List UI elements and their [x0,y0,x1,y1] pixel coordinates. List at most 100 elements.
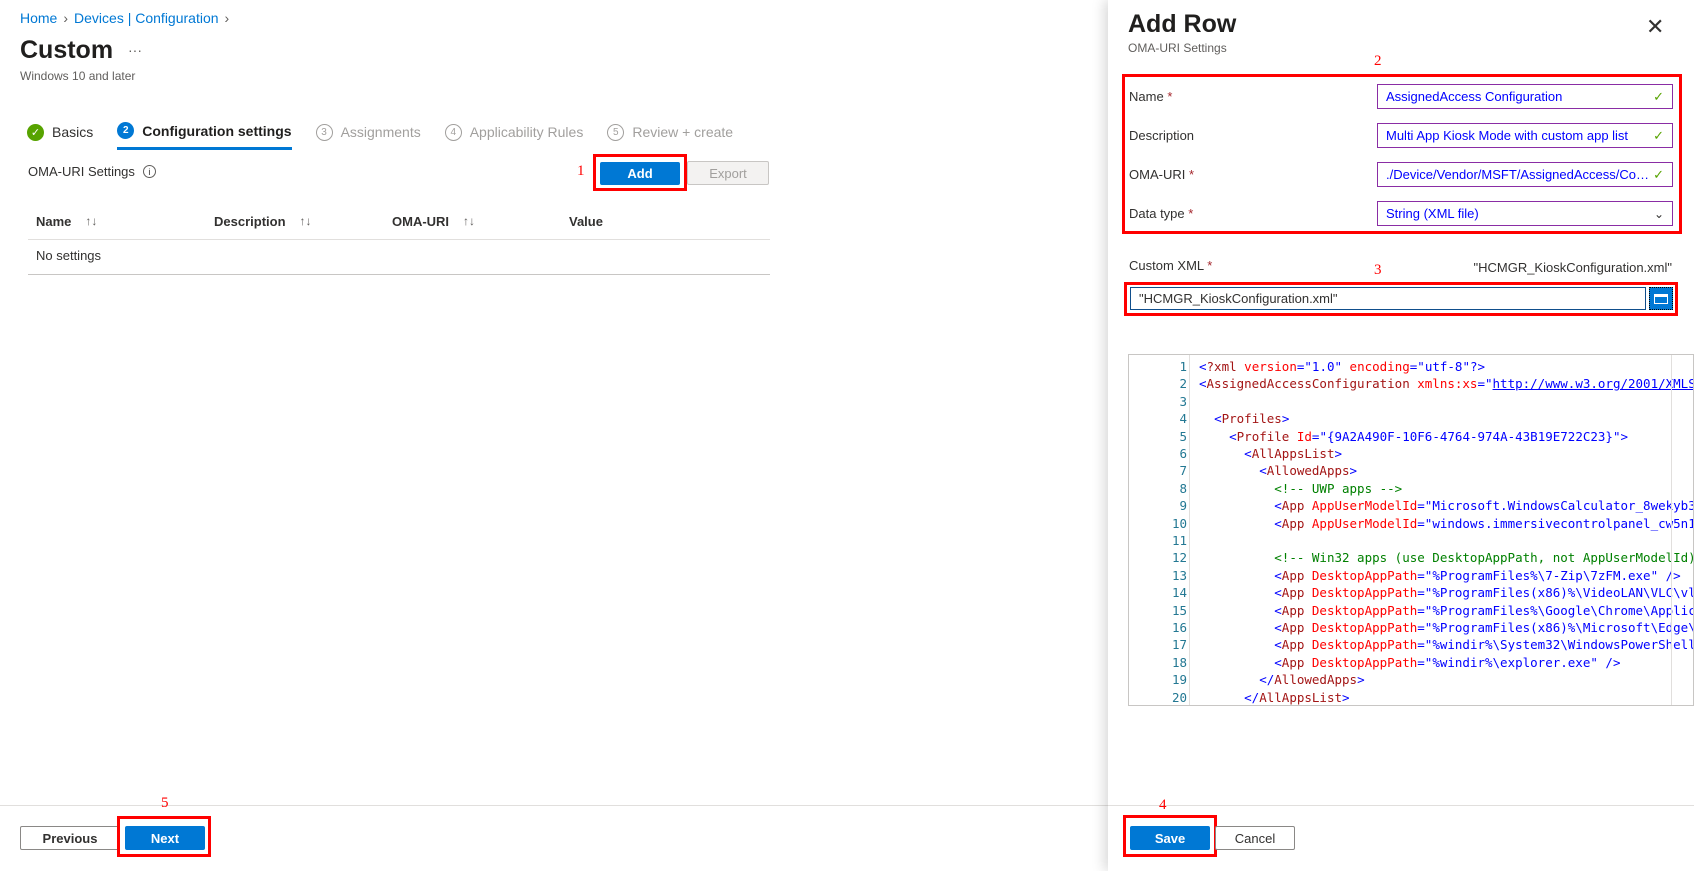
chevron-right-icon: › [224,10,230,26]
description-input[interactable]: Multi App Kiosk Mode with custom app lis… [1377,123,1673,148]
code-token: DesktopAppPath [1311,654,1418,670]
sort-icon[interactable]: ↑↓ [85,214,97,229]
tab-basics[interactable]: ✓ Basics [27,118,93,150]
line-number: 1 [1179,359,1187,374]
step-number: 3 [315,123,333,141]
line-number: 13 [1171,567,1187,583]
line-number: 14 [1171,585,1187,601]
column-oma-uri[interactable]: OMA-URI ↑↓ [392,214,475,229]
more-options-button[interactable]: ··· [128,42,142,58]
code-line: <Profile Id="{9A2A490F-10F6-4764-974A-43… [1199,429,1628,444]
line-number: 15 [1171,602,1187,618]
export-button[interactable]: Export [687,161,769,185]
code-token: /> [1605,654,1621,670]
code-token: > [1620,428,1629,444]
field-label: OMA-URI * [1129,167,1194,182]
xml-code-editor[interactable]: 1 <?xml version="1.0" encoding="utf-8"?> 2… [1128,354,1694,706]
code-token: AllowedApps [1266,463,1350,479]
sort-icon[interactable]: ↑↓ [300,214,312,229]
annotation-5: 5 [161,795,169,811]
field-value: ./Device/Vendor/MSFT/AssignedAccess/Conf… [1386,167,1653,182]
highlight-box [1124,282,1678,316]
code-token: </ [1259,672,1275,688]
tab-label: Basics [52,124,94,140]
line-number: 12 [1171,550,1187,566]
code-token: DesktopAppPath [1311,567,1418,583]
breadcrumb-home[interactable]: Home [20,10,57,26]
tab-label: Assignments [340,124,421,140]
annotation-1: 1 [577,163,585,179]
code-token: "utf-8" [1417,359,1470,374]
uploaded-file-name: "HCMGR_KioskConfiguration.xml" [1473,260,1672,275]
column-label: Description [214,214,286,229]
code-token: "1.0" [1304,359,1350,374]
code-token: ?xml [1206,359,1245,374]
table-header: Name ↑↓ Description ↑↓ OMA-URI ↑↓ Value [28,210,770,240]
code-token: = [1417,498,1425,514]
required-marker: * [1167,89,1173,104]
line-number: 7 [1179,463,1187,479]
code-token: ?> [1469,359,1486,374]
code-token: http://www.w3.org/2001/XMLSchema [1492,376,1693,392]
tab-label: Review + create [632,124,734,140]
code-token: < [1274,567,1282,583]
line-number: 18 [1171,654,1187,670]
code-line: <AllowedApps> [1199,463,1357,478]
checkmark-icon: ✓ [27,123,44,141]
footer-divider [1108,805,1694,806]
tab-review-create[interactable]: 5 Review + create [607,118,733,150]
code-token: AppUserModelId [1311,498,1418,514]
code-token: "%ProgramFiles%\7-Zip\7zFM.exe" [1424,567,1666,583]
code-line: <App AppUserModelId="Microsoft.WindowsCa… [1199,498,1693,514]
line-number: 10 [1171,515,1187,531]
editor-scrollbar[interactable] [1671,355,1681,705]
column-description[interactable]: Description ↑↓ [214,214,312,229]
code-token: = [1417,602,1425,618]
data-type-select[interactable]: String (XML file) ⌄ [1377,201,1673,226]
code-token: AllowedApps [1274,672,1358,688]
add-row-panel: Add Row OMA-URI Settings ✕ 2 Name * Assig… [1108,0,1694,871]
code-line: <Profiles> [1199,411,1289,426]
step-number: 4 [444,123,462,141]
tab-configuration-settings[interactable]: 2 Configuration settings [117,118,292,150]
tab-label: Applicability Rules [469,124,584,140]
breadcrumb-devices-configuration[interactable]: Devices | Configuration [74,10,218,26]
info-icon[interactable]: i [142,165,156,178]
oma-uri-input[interactable]: ./Device/Vendor/MSFT/AssignedAccess/Conf… [1377,162,1673,187]
code-token: < [1199,359,1207,374]
cancel-button[interactable]: Cancel [1215,826,1295,850]
code-token: "windows.immersivecontrolpanel_cw5n1h2tx… [1424,515,1694,531]
oma-uri-settings-label: OMA-URI Settings i [28,164,156,179]
code-token: < [1199,376,1207,392]
tab-assignments[interactable]: 3 Assignments [315,118,421,150]
tab-applicability-rules[interactable]: 4 Applicability Rules [444,118,584,150]
code-token: AllAppsList [1251,446,1335,461]
close-icon[interactable]: ✕ [1646,14,1664,40]
previous-button[interactable]: Previous [20,826,120,850]
name-input[interactable]: AssignedAccess Configuration ✓ [1377,84,1673,109]
code-token: > [1334,446,1343,461]
field-label: Data type * [1129,206,1193,221]
code-line: <App DesktopAppPath="%windir%\explorer.e… [1199,655,1620,670]
field-value: Multi App Kiosk Mode with custom app lis… [1386,128,1629,143]
code-line: <!-- Win32 apps (use DesktopAppPath, not… [1199,550,1693,565]
empty-table-message: No settings [28,240,770,275]
code-token: Profiles [1221,411,1282,427]
sort-icon[interactable]: ↑↓ [463,214,475,229]
code-token: "%windir%\explorer.exe" [1424,654,1606,670]
code-token: encoding [1349,359,1410,374]
code-line: <App DesktopAppPath="%windir%\System32\W… [1199,637,1693,652]
code-token: App [1281,620,1312,635]
column-name[interactable]: Name ↑↓ [36,214,97,229]
checkmark-icon: ✓ [1653,127,1664,143]
label-text: Data type [1129,206,1185,221]
